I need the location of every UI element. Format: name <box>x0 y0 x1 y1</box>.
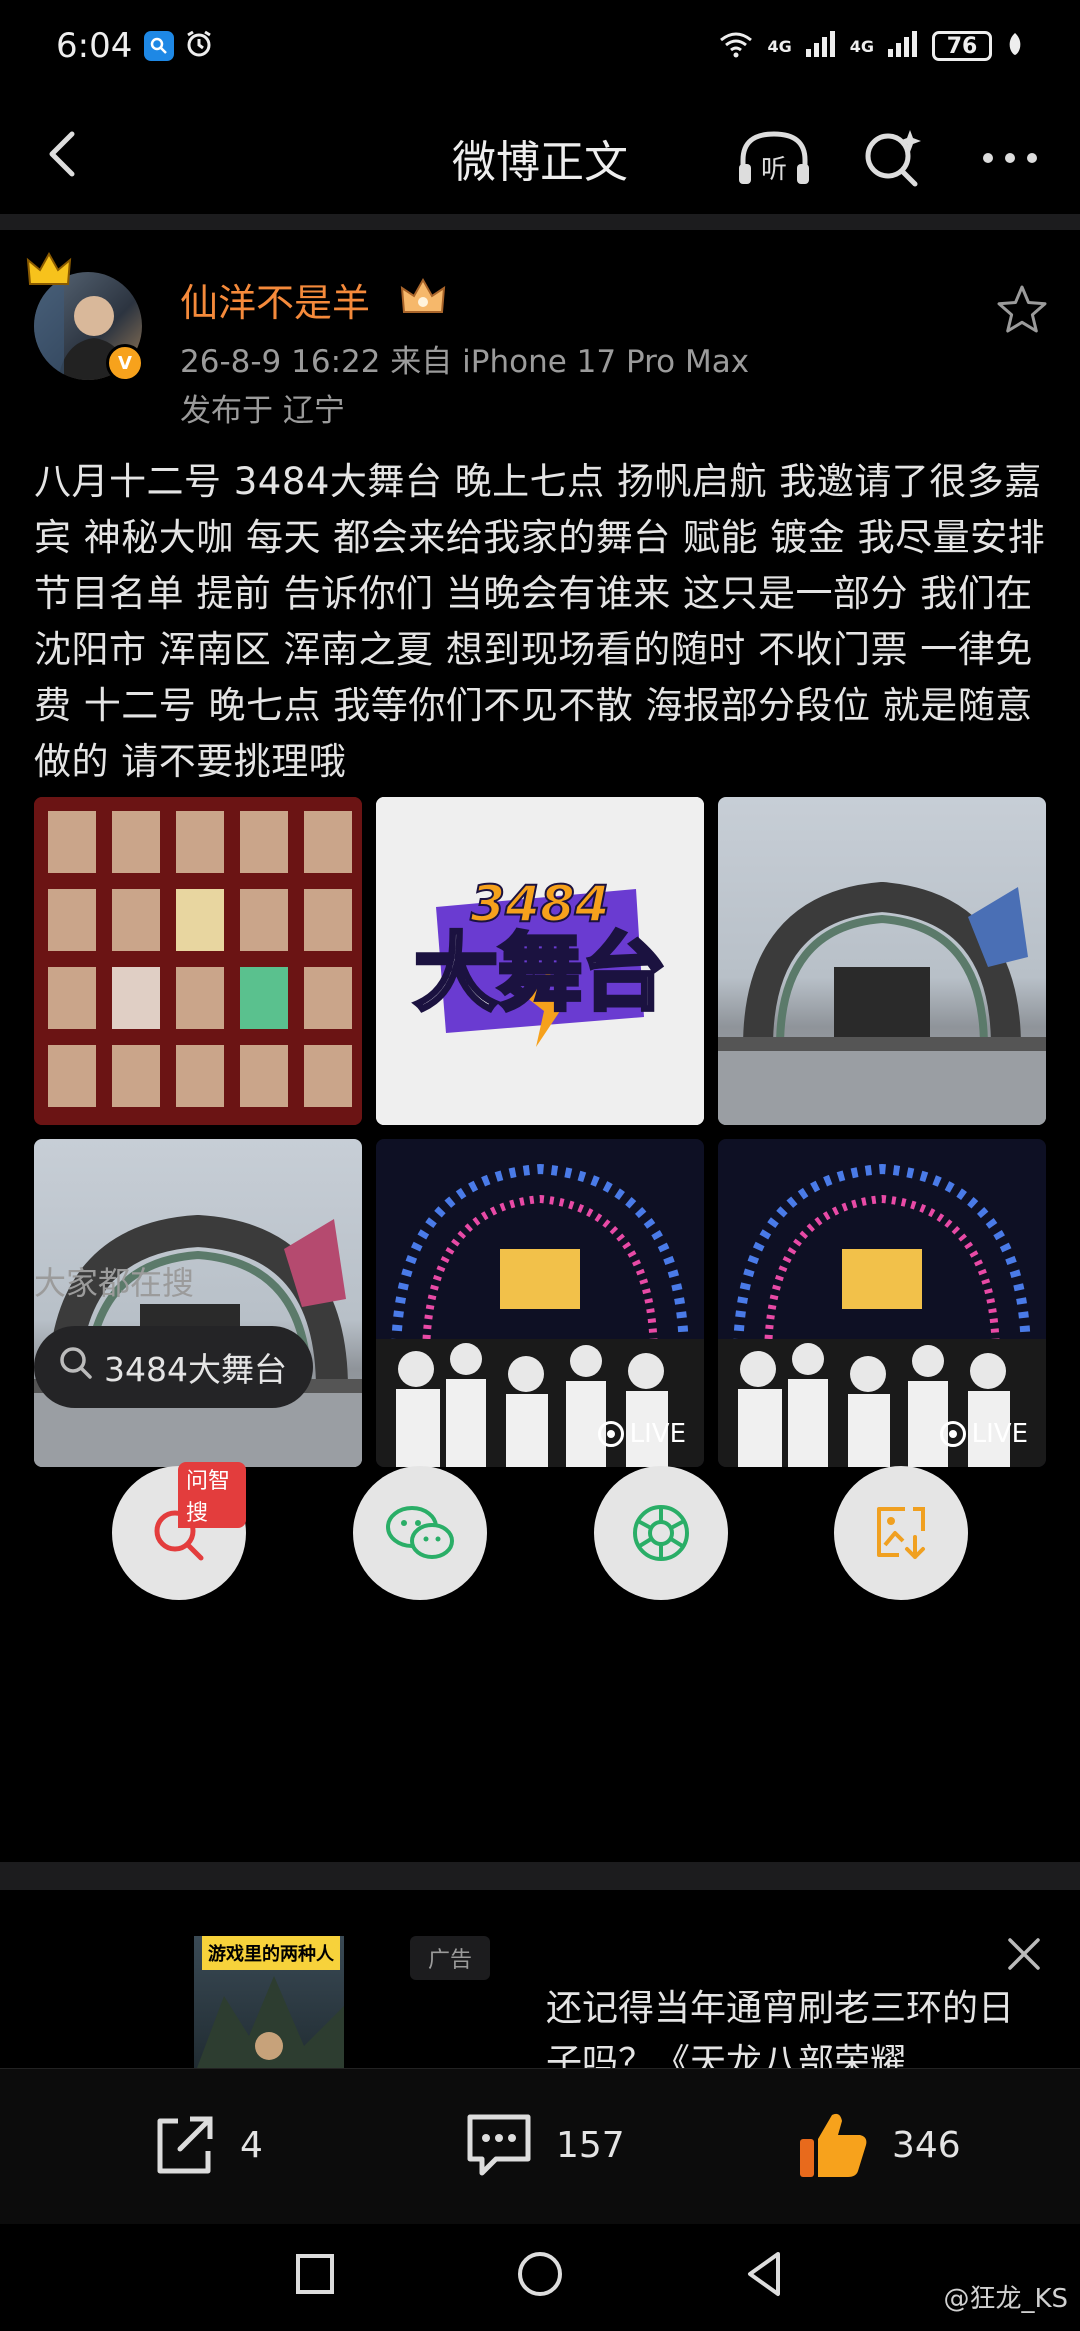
post-image-stage-day-1[interactable] <box>718 797 1046 1125</box>
live-icon <box>939 1421 966 1447</box>
charging-leaf-icon <box>1006 31 1024 61</box>
status-bar: 6:04 4G 4G 76 <box>0 0 1080 92</box>
post-text: 八月十二号 3484大舞台 晚上七点 扬帆启航 我邀请了很多嘉宾 神秘大咖 每天… <box>34 460 1046 783</box>
avatar-container[interactable]: V <box>26 251 144 382</box>
repost-count: 4 <box>240 2124 263 2166</box>
system-nav-bar: @狂龙_KS <box>0 2224 1080 2331</box>
wifi-icon <box>719 30 753 62</box>
share-wechat-button[interactable] <box>353 1466 487 1600</box>
verified-badge-icon: V <box>106 344 144 382</box>
comment-icon <box>467 2114 531 2176</box>
post-meta: 26-8-9 16:22 来自 iPhone 17 Pro Max <box>180 344 750 380</box>
like-button[interactable]: 346 <box>796 2105 961 2185</box>
ad-card[interactable]: 游戏里的两种人 广告 还记得当年通宵刷老三环的日子吗？《天龙八部荣耀… <box>0 1890 1080 2068</box>
square-icon <box>296 2254 334 2294</box>
ai-search-button[interactable]: 问智搜 <box>112 1462 246 1600</box>
share-moments-button[interactable] <box>594 1466 728 1600</box>
ai-search-tag: 问智搜 <box>178 1462 246 1528</box>
live-label: LIVE <box>629 1419 686 1449</box>
username[interactable]: 仙洋不是羊 <box>180 272 370 327</box>
live-badge: LIVE <box>939 1419 1028 1449</box>
favorite-star-icon[interactable] <box>994 282 1050 338</box>
post-image-live-concert-2[interactable]: LIVE <box>718 1139 1046 1467</box>
action-bar: 4 157 346 <box>0 2068 1080 2224</box>
signal-icon <box>805 31 836 61</box>
like-count: 346 <box>892 2124 961 2166</box>
more-options-button[interactable] <box>970 118 1050 198</box>
battery-indicator: 76 <box>932 31 992 61</box>
search-suggestion-chip[interactable]: 3484大舞台 <box>34 1326 313 1408</box>
repost-button[interactable]: 4 <box>148 2105 263 2185</box>
trending-search-heading: 大家都在搜 <box>34 1264 195 1302</box>
alarm-icon <box>184 29 214 63</box>
network-type-1: 4G <box>767 36 792 56</box>
watermark: @狂龙_KS <box>943 2284 1068 2314</box>
live-label: LIVE <box>971 1419 1028 1449</box>
status-time: 6:04 <box>56 26 133 66</box>
section-divider <box>0 214 1080 230</box>
triangle-back-icon <box>748 2252 780 2296</box>
save-image-button[interactable] <box>834 1466 968 1600</box>
search-sparkle-button[interactable] <box>852 118 932 198</box>
nav-bar: 微博正文 听 <box>0 100 1080 210</box>
wechat-icon <box>386 1506 454 1559</box>
signal-icon-2 <box>888 31 918 61</box>
notification-app-icon <box>144 31 175 61</box>
search-icon <box>58 1345 94 1389</box>
post-image-guests-poster[interactable] <box>34 797 362 1125</box>
recents-button[interactable] <box>284 2244 344 2304</box>
save-image-icon <box>877 1507 925 1559</box>
thumbs-up-icon <box>800 2113 867 2177</box>
comment-button[interactable]: 157 <box>462 2105 625 2185</box>
home-button[interactable] <box>510 2244 570 2304</box>
comment-count: 157 <box>556 2124 625 2166</box>
ad-tag: 广告 <box>410 1936 491 1980</box>
ad-thumbnail-label: 游戏里的两种人 <box>202 1936 340 1970</box>
circle-icon <box>518 2252 562 2296</box>
system-back-button[interactable] <box>736 2244 796 2304</box>
ad-title[interactable]: 还记得当年通宵刷老三环的日子吗？《天龙八部荣耀… <box>546 1982 1046 2068</box>
share-row: 问智搜 <box>112 1462 968 1600</box>
post-location: 发布于 辽宁 <box>180 393 345 429</box>
listen-button[interactable]: 听 <box>734 118 814 198</box>
post-image-stage-logo[interactable]: 3484 大舞台 <box>376 797 704 1125</box>
search-suggestion-label: 3484大舞台 <box>104 1350 287 1389</box>
ad-thumbnail[interactable]: 游戏里的两种人 <box>194 1936 344 2068</box>
live-badge: LIVE <box>597 1419 686 1449</box>
live-icon <box>597 1421 624 1447</box>
repost-icon <box>157 2116 213 2174</box>
logo-title-text: 大舞台 <box>414 924 666 1022</box>
post-image-live-concert-1[interactable]: LIVE <box>376 1139 704 1467</box>
svg-text:听: 听 <box>761 155 787 185</box>
network-type-2: 4G <box>849 36 874 56</box>
close-icon[interactable] <box>1006 1936 1042 1972</box>
moments-icon <box>633 1505 689 1561</box>
member-crown-badge-icon <box>398 274 448 318</box>
section-divider <box>0 1862 1080 1890</box>
crown-icon <box>26 250 72 290</box>
